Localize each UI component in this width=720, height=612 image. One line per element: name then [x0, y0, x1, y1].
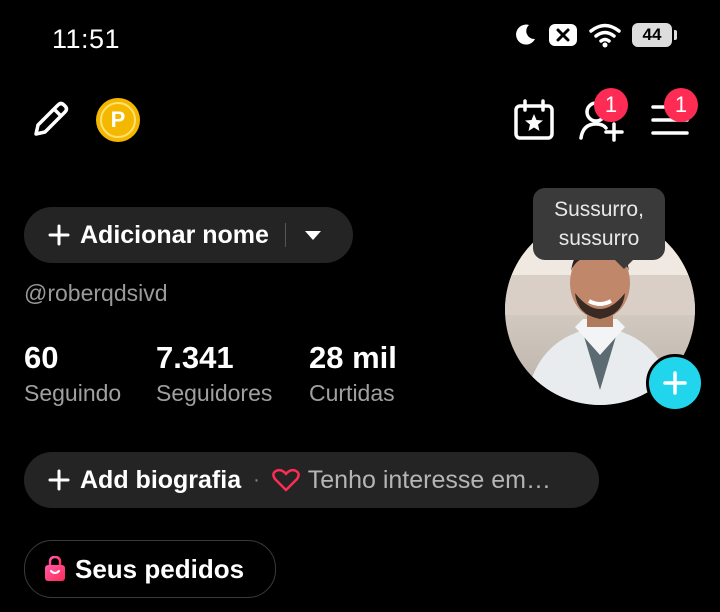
plus-icon: [48, 469, 70, 491]
battery-indicator: 44: [632, 23, 677, 47]
shopping-bag-icon: [45, 556, 65, 581]
coins-icon[interactable]: P: [96, 98, 140, 142]
bubble-line-2: sussurro: [558, 227, 640, 250]
stat-value: 7.341: [156, 340, 234, 375]
battery-level: 44: [642, 25, 662, 44]
your-orders-button[interactable]: Seus pedidos: [24, 540, 276, 598]
menu-badge: 1: [664, 88, 698, 122]
add-avatar-button[interactable]: [646, 354, 704, 412]
add-name-label: Adicionar nome: [80, 220, 269, 249]
stat-label: Seguindo: [24, 380, 122, 406]
stat-value: 60: [24, 340, 59, 375]
moon-icon: [516, 24, 535, 45]
add-name-button[interactable]: Adicionar nome: [24, 207, 353, 263]
your-orders-label: Seus pedidos: [75, 553, 245, 584]
divider: [284, 223, 286, 247]
edit-pencil-icon[interactable]: [28, 98, 72, 142]
stat-label: Curtidas: [309, 380, 395, 406]
stat-value: 28 mil: [309, 340, 397, 375]
status-icons: 44: [512, 22, 677, 48]
add-friend-badge: 1: [594, 88, 628, 122]
calendar-star-icon[interactable]: [512, 98, 556, 142]
plus-icon: [663, 371, 687, 395]
stat-likes[interactable]: 28 mil Curtidas: [309, 340, 397, 407]
wifi-icon: [589, 23, 621, 48]
interests-placeholder: Tenho interesse em…: [307, 465, 551, 494]
username-handle: @roberqdsivd: [24, 280, 168, 306]
bubble-line-1: Sussurro,: [554, 198, 644, 221]
status-time: 11:51: [52, 24, 121, 54]
add-bio-button[interactable]: Add biografia · Tenho interesse em…: [24, 452, 599, 508]
stat-following[interactable]: 60 Seguindo: [24, 340, 121, 407]
add-bio-label: Add biografia: [80, 465, 242, 494]
coin-letter: P: [100, 102, 136, 138]
separator-dot: ·: [253, 468, 260, 491]
chevron-down-icon[interactable]: [304, 229, 322, 241]
stat-followers[interactable]: 7.341 Seguidores: [156, 340, 272, 407]
heart-icon: [271, 468, 300, 492]
plus-icon: [48, 224, 70, 246]
whisper-bubble[interactable]: Sussurro, sussurro: [533, 188, 665, 269]
stat-label: Seguidores: [156, 380, 273, 406]
no-sim-icon: [549, 24, 577, 46]
